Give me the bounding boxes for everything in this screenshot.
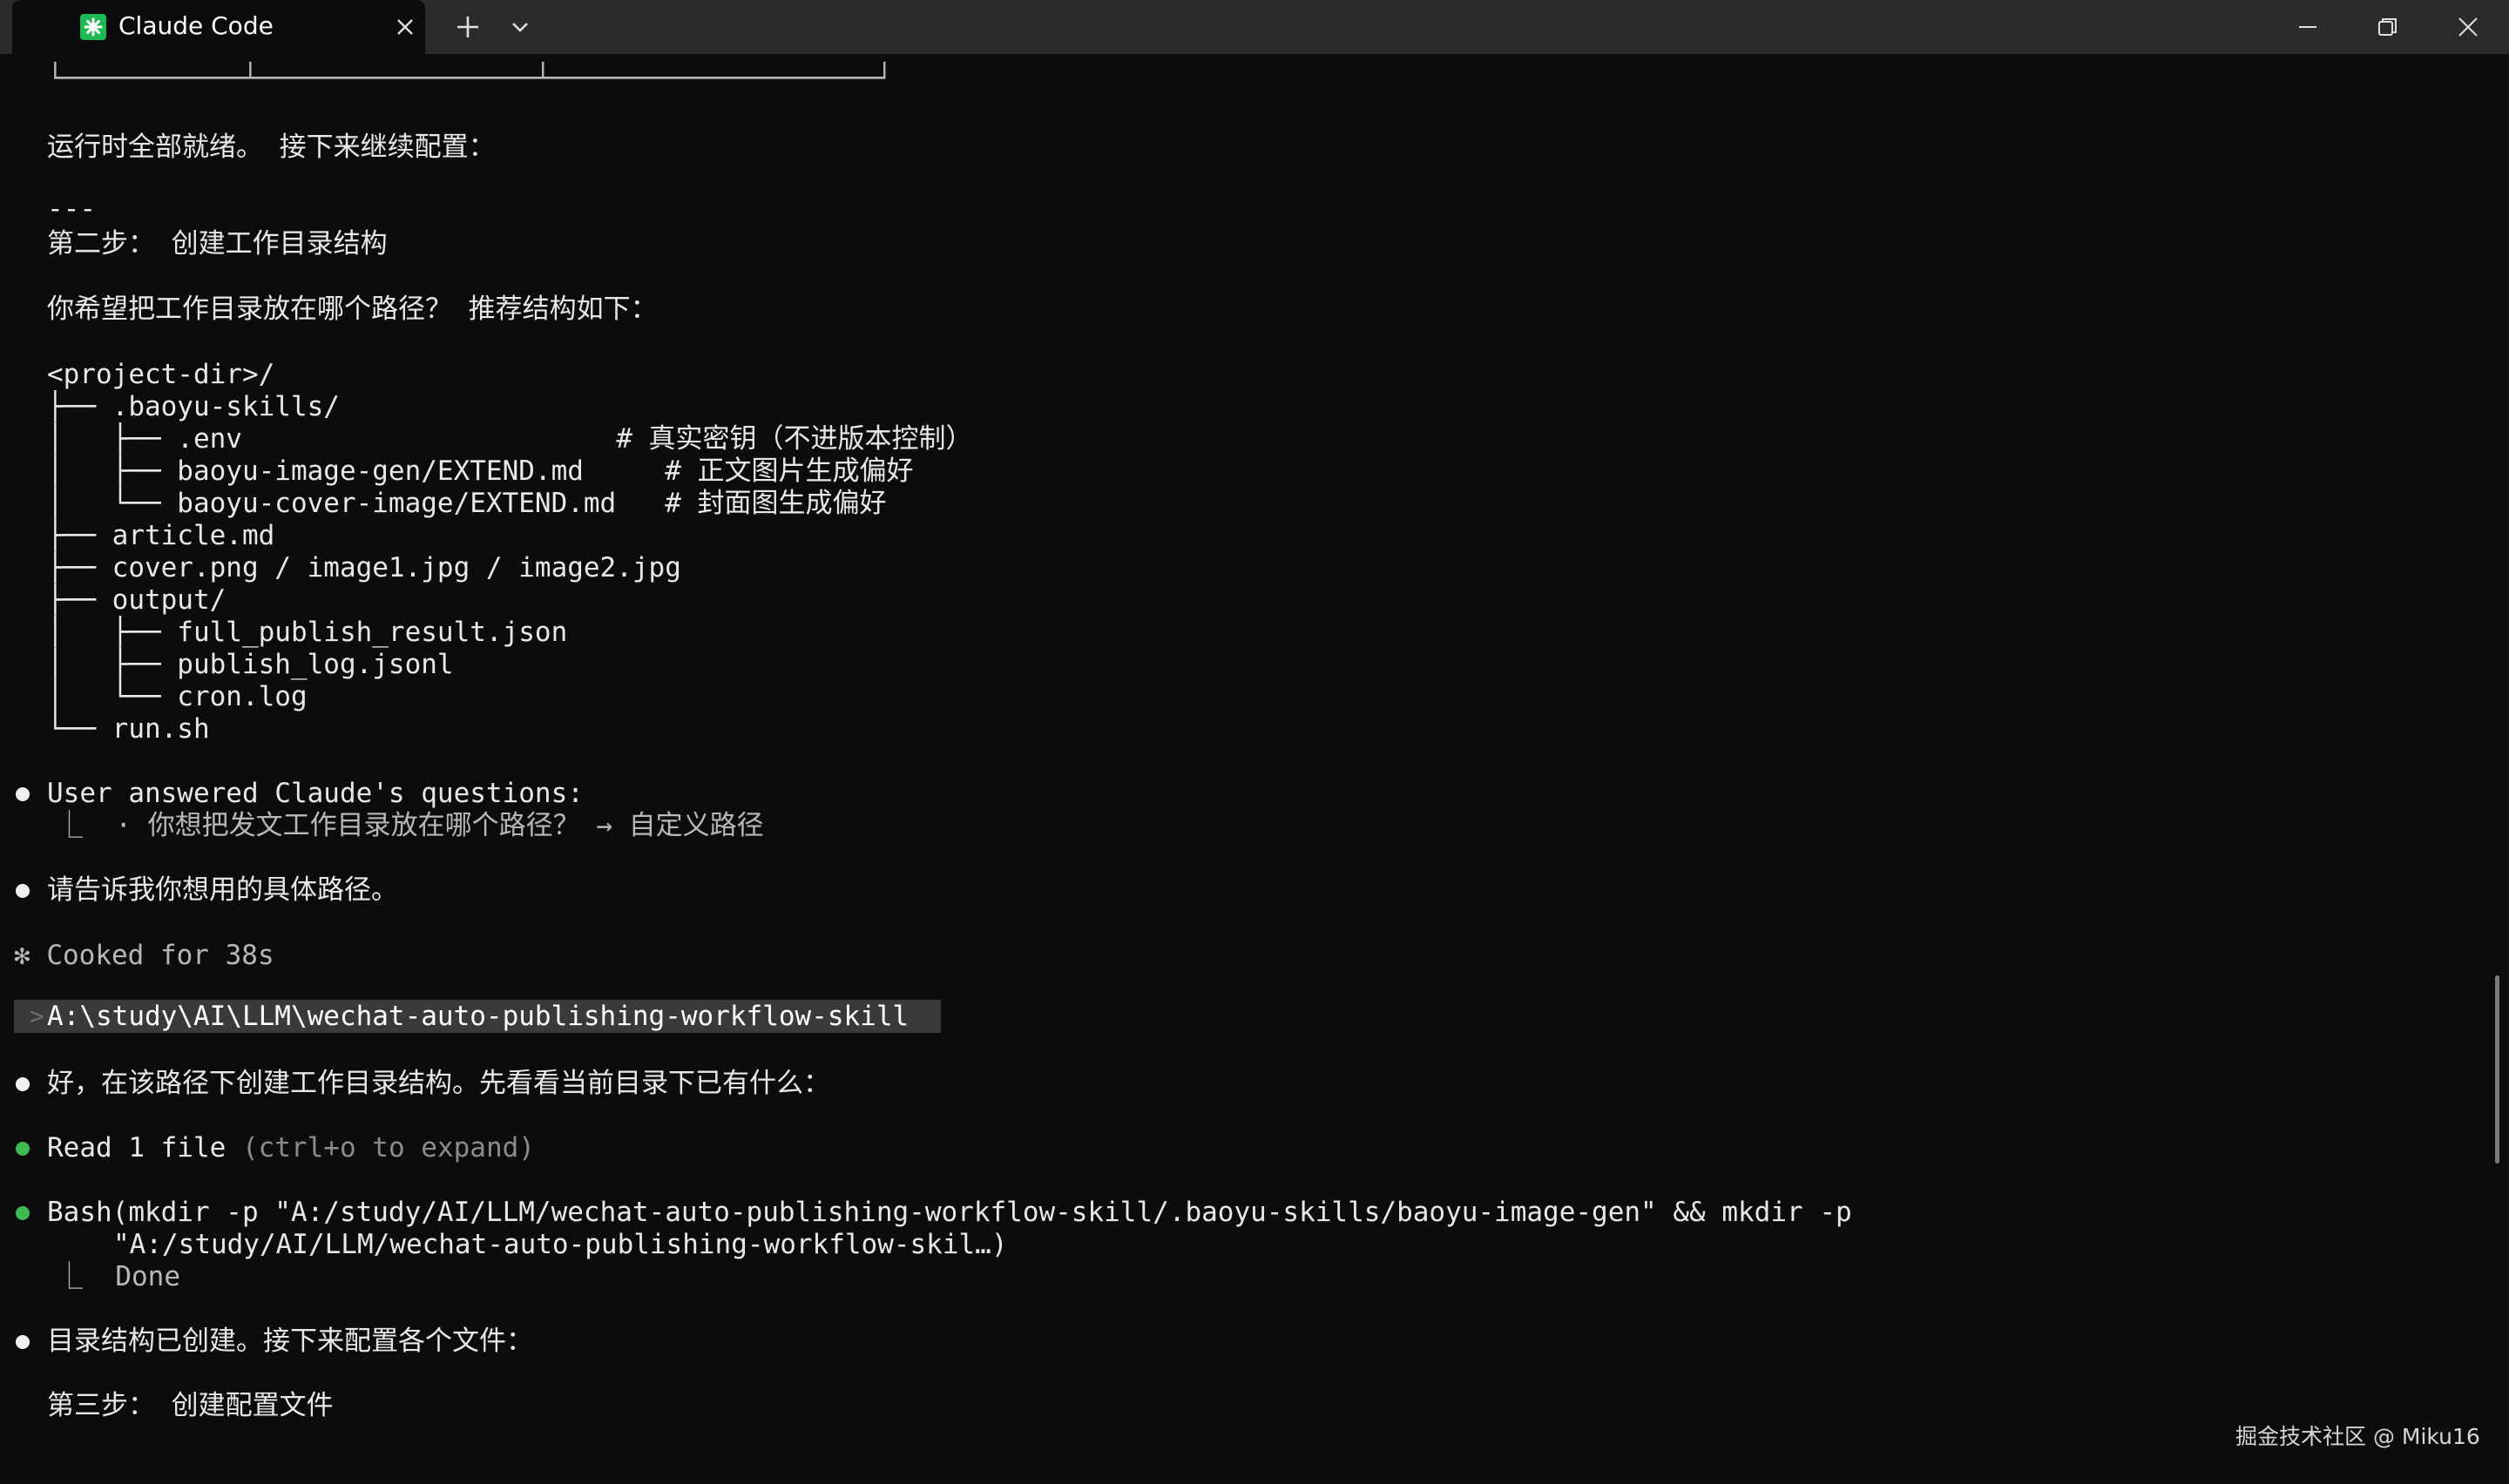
prompt-input-text[interactable]: A:\study\AI\LLM\wechat-auto-publishing-w… [47,1001,909,1033]
tree-line: │ └── cron.log [47,681,308,712]
bash-command-line: Bash(mkdir -p "A:/study/AI/LLM/wechat-au… [47,1197,1852,1229]
close-icon[interactable] [2455,14,2481,40]
bash-done: ⎿ Done [56,1261,180,1292]
chevron-down-icon[interactable] [511,19,530,35]
scrollbar[interactable] [2495,975,2499,1164]
bullet-icon [16,1077,30,1091]
dir-created-message: 目录结构已创建。接下来配置各个文件： [47,1325,533,1357]
cooked-status: ✻ Cooked for 38s [14,940,274,971]
read-file-line[interactable]: Read 1 file (ctrl+o to expand) [47,1132,535,1164]
watermark: 掘金技术社区 @ Miku16 [2235,1424,2480,1449]
tool-success-bullet-icon [16,1206,30,1220]
tree-line: ├── cover.png / image1.jpg / image2.jpg [47,552,681,583]
bash-command: (mkdir -p "A:/study/AI/LLM/wechat-auto-p… [112,1197,1852,1228]
tree-line: │ ├── .env # 真实密钥（不进版本控制） [47,423,973,455]
table-bottom-border: └───────────┴─────────────────┴─────────… [47,63,893,94]
step2-title: 第二步： 创建工作目录结构 [47,228,388,260]
bullet-icon [16,1335,30,1349]
tree-line: └── run.sh [47,713,210,745]
step3-title: 第三步： 创建配置文件 [47,1390,334,1421]
close-icon[interactable] [396,17,415,37]
tree-line: │ └── baoyu-cover-image/EXTEND.md # 封面图生… [47,488,887,519]
minimize-icon[interactable] [2295,14,2321,40]
tool-success-bullet-icon [16,1142,30,1156]
runtime-ready-message: 运行时全部就绪。 接下来继续配置： [47,132,496,163]
tree-line: │ ├── full_publish_result.json [47,617,568,648]
separator: --- [47,193,96,225]
tab-claude-code[interactable]: Claude Code [12,0,425,54]
tree-line: │ ├── publish_log.jsonl [47,649,454,680]
title-bar: Claude Code [0,0,2509,54]
create-dir-message: 好，在该路径下创建工作目录结构。先看看当前目录下已有什么： [47,1068,830,1099]
tree-line: ├── .baoyu-skills/ [47,391,340,422]
restore-icon[interactable] [2375,14,2401,40]
terminal-output[interactable]: └───────────┴─────────────────┴─────────… [0,54,2509,1484]
claude-asterisk-icon [80,14,106,40]
read-file-hint: (ctrl+o to expand) [241,1132,535,1164]
tree-line: <project-dir>/ [47,359,275,390]
user-answer-detail: ⎿ · 你想把发文工作目录放在哪个路径？ → 自定义路径 [56,810,764,841]
tree-line: │ ├── baoyu-image-gen/EXTEND.md # 正文图片生成… [47,455,914,487]
user-answered-heading: User answered Claude's questions: [47,778,584,809]
tree-line: ├── output/ [47,584,227,616]
bullet-icon [16,884,30,898]
bash-label: Bash [47,1197,112,1228]
prompt-caret: > [30,1002,44,1030]
ask-path-message: 请告诉我你想用的具体路径。 [47,874,398,906]
bash-command-continued: "A:/study/AI/LLM/wechat-auto-publishing-… [113,1229,1008,1260]
tree-line: ├── article.md [47,520,275,551]
directory-question: 你希望把工作目录放在哪个路径？ 推荐结构如下： [47,293,658,325]
bullet-icon [16,787,30,801]
read-file-label: Read 1 file [47,1132,227,1164]
tab-title: Claude Code [118,11,274,40]
plus-icon[interactable] [455,14,481,40]
